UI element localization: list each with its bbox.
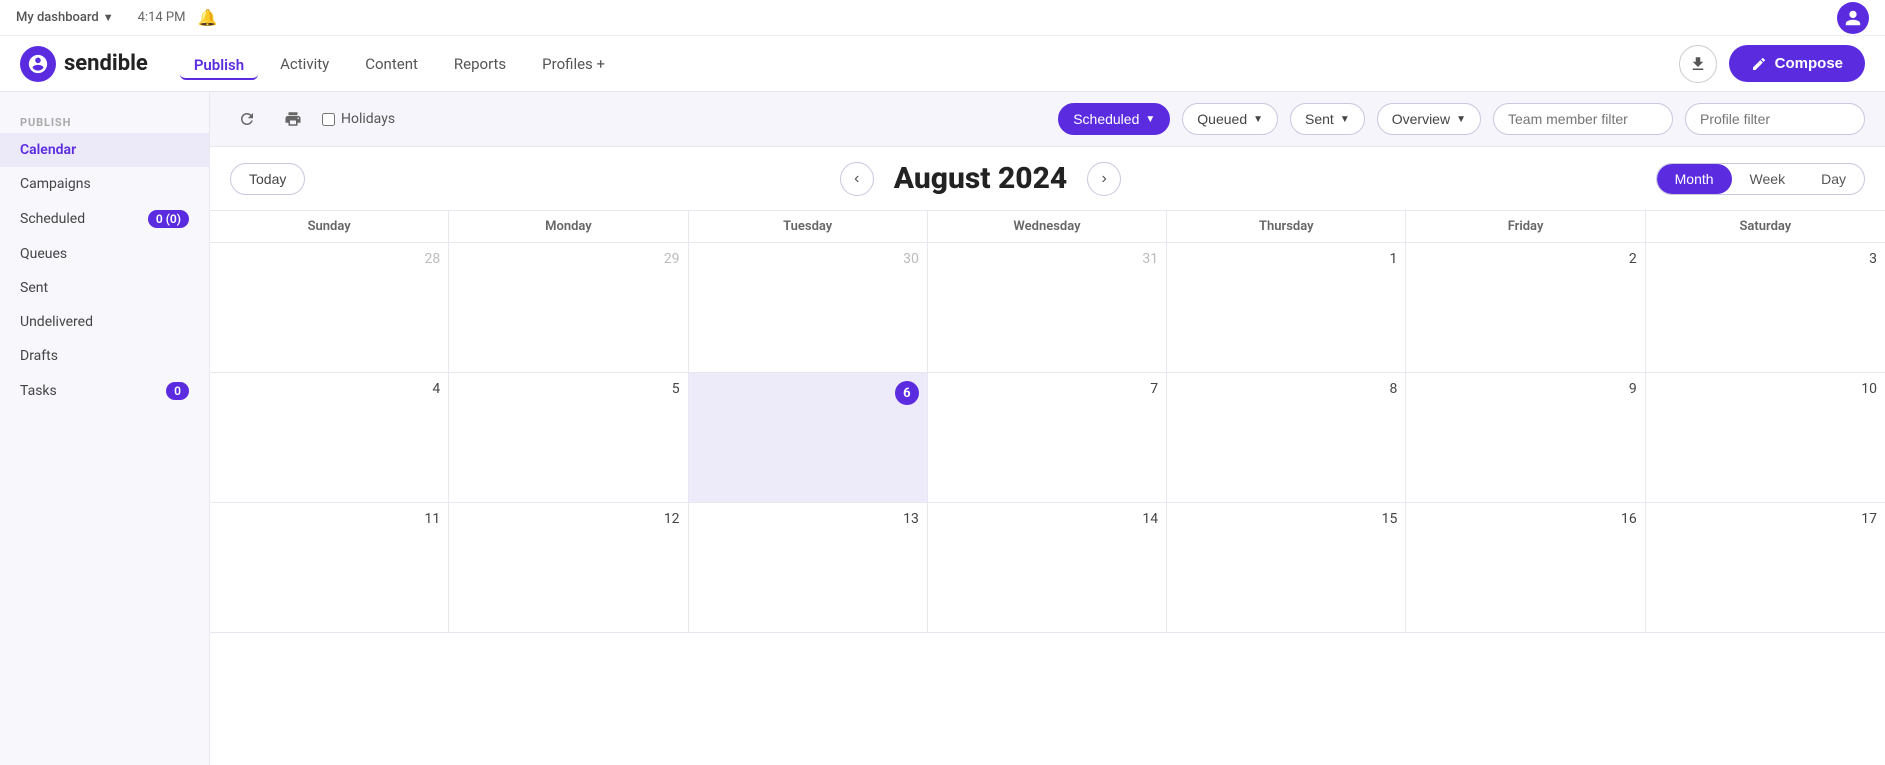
compose-label: Compose bbox=[1775, 55, 1843, 72]
table-row[interactable]: 10 bbox=[1646, 373, 1885, 503]
day-header-thursday: Thursday bbox=[1167, 211, 1406, 242]
team-member-filter-input[interactable] bbox=[1493, 103, 1673, 135]
dropdown-arrow-icon: ▼ bbox=[103, 11, 114, 24]
queued-filter-label: Queued bbox=[1197, 111, 1247, 127]
sidebar-item-calendar[interactable]: Calendar bbox=[0, 133, 209, 167]
tasks-badge: 0 bbox=[166, 382, 189, 400]
view-selector: Month Week Day bbox=[1656, 163, 1865, 195]
table-row[interactable]: 15 bbox=[1167, 503, 1406, 633]
table-row[interactable]: 12 bbox=[449, 503, 688, 633]
overview-chevron-icon: ▼ bbox=[1456, 114, 1466, 125]
week-view-button[interactable]: Week bbox=[1732, 164, 1804, 194]
scheduled-filter-label: Scheduled bbox=[1073, 111, 1139, 127]
day-header-saturday: Saturday bbox=[1646, 211, 1885, 242]
table-row[interactable]: 8 bbox=[1167, 373, 1406, 503]
next-month-button[interactable]: › bbox=[1087, 162, 1121, 196]
sidebar-section-label: PUBLISH bbox=[0, 108, 209, 133]
table-row[interactable]: 3 bbox=[1646, 243, 1885, 373]
time-display: 4:14 PM bbox=[138, 10, 186, 25]
table-row[interactable]: 11 bbox=[210, 503, 449, 633]
nav-reports[interactable]: Reports bbox=[440, 47, 520, 81]
prev-month-button[interactable]: ‹ bbox=[840, 162, 874, 196]
profile-filter-input[interactable] bbox=[1685, 103, 1865, 135]
scheduled-chevron-icon: ▼ bbox=[1145, 114, 1155, 125]
day-header-friday: Friday bbox=[1406, 211, 1645, 242]
overview-filter-button[interactable]: Overview ▼ bbox=[1377, 103, 1481, 135]
scheduled-badge: 0 (0) bbox=[148, 210, 189, 228]
sidebar-item-undelivered[interactable]: Undelivered bbox=[0, 305, 209, 339]
bell-icon[interactable]: 🔔 bbox=[197, 8, 217, 27]
table-row[interactable]: 1 bbox=[1167, 243, 1406, 373]
day-view-button[interactable]: Day bbox=[1803, 164, 1864, 194]
day-header-wednesday: Wednesday bbox=[928, 211, 1167, 242]
scheduled-filter-button[interactable]: Scheduled ▼ bbox=[1058, 103, 1170, 135]
dashboard-label[interactable]: My dashboard bbox=[16, 10, 99, 25]
day-header-sunday: Sunday bbox=[210, 211, 449, 242]
table-row[interactable]: 9 bbox=[1406, 373, 1645, 503]
sidebar-drafts-label: Drafts bbox=[20, 348, 58, 364]
sidebar-campaigns-label: Campaigns bbox=[20, 176, 91, 192]
table-row[interactable]: 6 bbox=[689, 373, 928, 503]
table-row[interactable]: 4 bbox=[210, 373, 449, 503]
calendar-title: August 2024 bbox=[894, 161, 1067, 196]
table-row[interactable]: 16 bbox=[1406, 503, 1645, 633]
holidays-checkbox-label[interactable]: Holidays bbox=[322, 111, 395, 127]
sidebar-sent-label: Sent bbox=[20, 280, 48, 296]
sidebar-item-scheduled[interactable]: Scheduled 0 (0) bbox=[0, 201, 209, 237]
table-row[interactable]: 14 bbox=[928, 503, 1167, 633]
nav-profiles[interactable]: Profiles + bbox=[528, 47, 619, 81]
compose-button[interactable]: Compose bbox=[1729, 45, 1865, 82]
table-row[interactable]: 17 bbox=[1646, 503, 1885, 633]
calendar-cells: 28 29 30 31 1 2 3 4 5 6 7 8 9 10 11 12 1… bbox=[210, 243, 1885, 633]
table-row[interactable]: 29 bbox=[449, 243, 688, 373]
day-header-tuesday: Tuesday bbox=[689, 211, 928, 242]
print-button[interactable] bbox=[276, 102, 310, 136]
table-row[interactable]: 5 bbox=[449, 373, 688, 503]
nav-activity[interactable]: Activity bbox=[266, 47, 343, 81]
logo-text: sendible bbox=[64, 51, 148, 76]
refresh-button[interactable] bbox=[230, 102, 264, 136]
month-view-button[interactable]: Month bbox=[1657, 164, 1732, 194]
queued-filter-button[interactable]: Queued ▼ bbox=[1182, 103, 1278, 135]
sidebar-item-drafts[interactable]: Drafts bbox=[0, 339, 209, 373]
upload-button[interactable] bbox=[1679, 45, 1717, 83]
sidebar-item-queues[interactable]: Queues bbox=[0, 237, 209, 271]
table-row[interactable]: 30 bbox=[689, 243, 928, 373]
holidays-label: Holidays bbox=[341, 111, 395, 127]
table-row[interactable]: 13 bbox=[689, 503, 928, 633]
overview-filter-label: Overview bbox=[1392, 111, 1450, 127]
nav-publish[interactable]: Publish bbox=[180, 48, 258, 80]
sent-filter-label: Sent bbox=[1305, 111, 1334, 127]
sidebar-undelivered-label: Undelivered bbox=[20, 314, 93, 330]
day-headers: Sunday Monday Tuesday Wednesday Thursday… bbox=[210, 211, 1885, 243]
sidebar-queues-label: Queues bbox=[20, 246, 67, 262]
sidebar-scheduled-label: Scheduled bbox=[20, 211, 85, 227]
calendar-grid: Sunday Monday Tuesday Wednesday Thursday… bbox=[210, 211, 1885, 765]
sidebar: PUBLISH Calendar Campaigns Scheduled 0 (… bbox=[0, 92, 210, 765]
table-row[interactable]: 7 bbox=[928, 373, 1167, 503]
table-row[interactable]: 28 bbox=[210, 243, 449, 373]
today-button[interactable]: Today bbox=[230, 163, 305, 195]
day-header-monday: Monday bbox=[449, 211, 688, 242]
nav-content[interactable]: Content bbox=[351, 47, 432, 81]
sent-filter-button[interactable]: Sent ▼ bbox=[1290, 103, 1365, 135]
sidebar-item-tasks[interactable]: Tasks 0 bbox=[0, 373, 209, 409]
logo[interactable]: sendible bbox=[20, 46, 148, 82]
queued-chevron-icon: ▼ bbox=[1253, 114, 1263, 125]
sidebar-item-sent[interactable]: Sent bbox=[0, 271, 209, 305]
sidebar-tasks-label: Tasks bbox=[20, 383, 57, 399]
sidebar-calendar-label: Calendar bbox=[20, 142, 76, 158]
sidebar-item-campaigns[interactable]: Campaigns bbox=[0, 167, 209, 201]
table-row[interactable]: 2 bbox=[1406, 243, 1645, 373]
table-row[interactable]: 31 bbox=[928, 243, 1167, 373]
sent-chevron-icon: ▼ bbox=[1340, 114, 1350, 125]
holidays-checkbox[interactable] bbox=[322, 113, 335, 126]
main-nav: Publish Activity Content Reports Profile… bbox=[180, 47, 1679, 81]
user-avatar[interactable] bbox=[1837, 2, 1869, 34]
